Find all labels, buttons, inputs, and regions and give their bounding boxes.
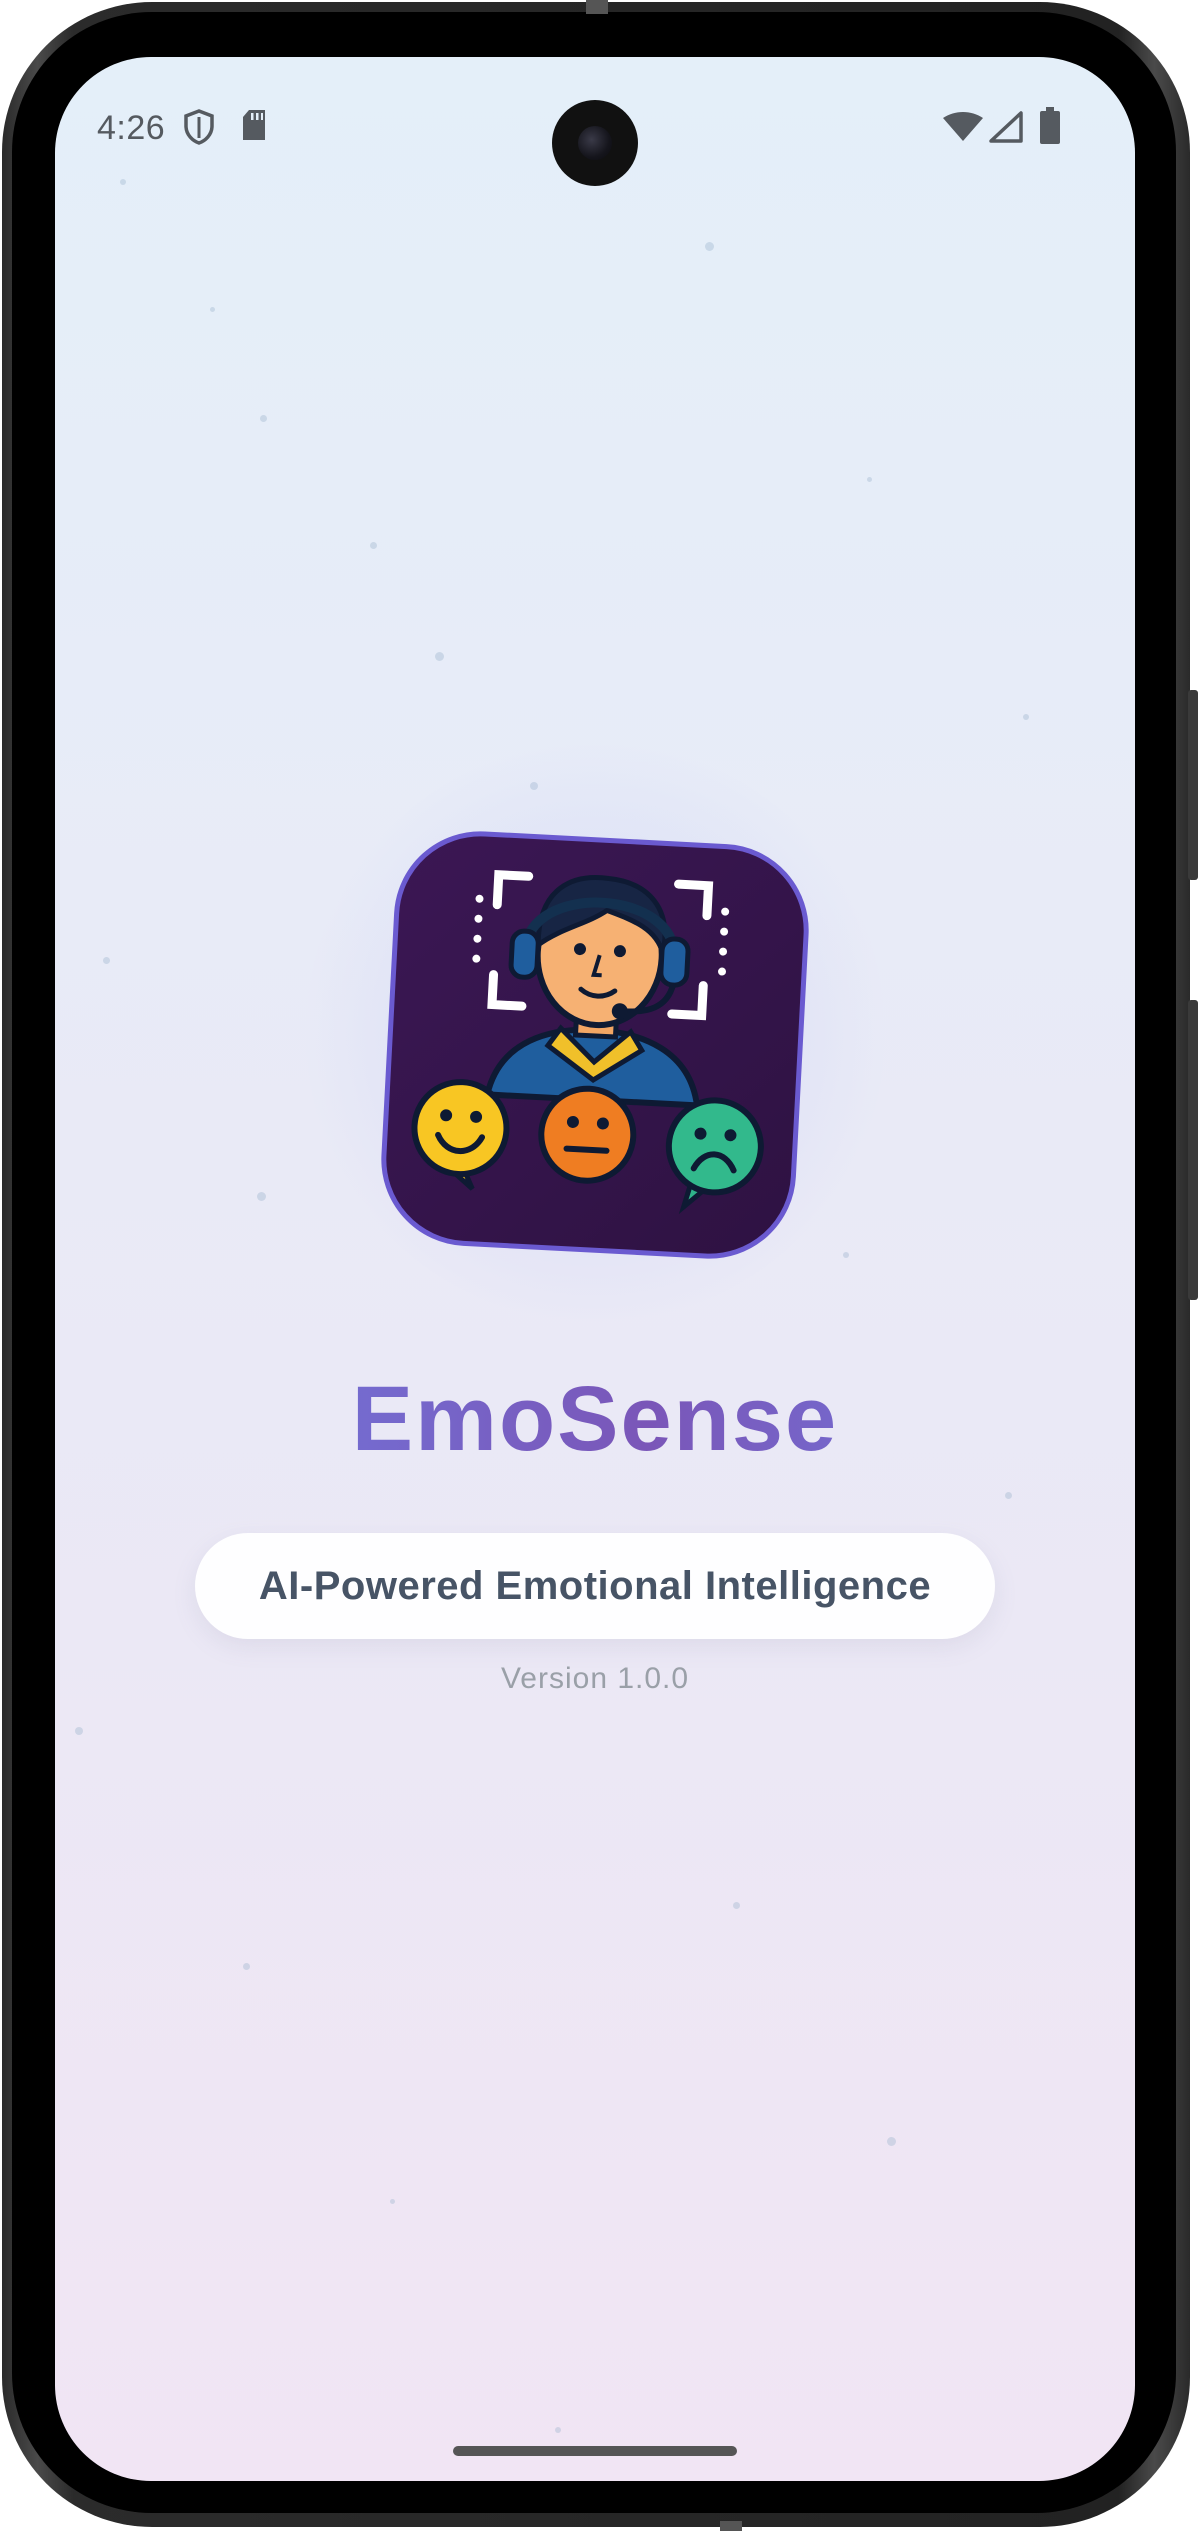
particle [555, 2427, 561, 2433]
particle [733, 1902, 740, 1909]
signal-icon [989, 111, 1023, 148]
app-name: EmoSense [55, 1367, 1135, 1472]
particle [867, 477, 872, 482]
sd-card-icon [241, 109, 267, 146]
particle [887, 2137, 896, 2146]
phone-device: 4:26 EmoSense AI-Powered Emotional Intel… [0, 0, 1198, 2531]
particle [103, 957, 110, 964]
volume-button [1188, 690, 1198, 880]
battery-icon [1039, 107, 1061, 150]
particle [1023, 714, 1029, 720]
shield-icon [183, 109, 215, 150]
wifi-icon [943, 112, 983, 147]
version-label: Version 1.0.0 [500, 1662, 690, 1695]
particle [705, 242, 714, 251]
particle [370, 542, 377, 549]
camera-lens [578, 126, 612, 160]
particle [435, 652, 444, 661]
particle [75, 1727, 83, 1735]
emotion-agent-logo-icon [380, 830, 810, 1260]
particle [1005, 1492, 1012, 1499]
particle [390, 2199, 395, 2204]
particle [120, 179, 126, 185]
particle [843, 1252, 849, 1258]
home-indicator[interactable] [453, 2446, 737, 2456]
antenna-line-top [586, 0, 608, 14]
particle [257, 1192, 266, 1201]
tagline-badge: AI-Powered Emotional Intelligence [195, 1533, 995, 1639]
antenna-line-bottom [720, 2521, 742, 2531]
particle [243, 1963, 250, 1970]
tagline-text: AI-Powered Emotional Intelligence [258, 1564, 932, 1608]
splash-screen: 4:26 EmoSense AI-Powered Emotional Intel… [55, 57, 1135, 2481]
front-camera [552, 100, 638, 186]
power-button [1188, 1000, 1198, 1300]
particle [210, 307, 215, 312]
particle [260, 415, 267, 422]
status-time: 4:26 [97, 109, 166, 147]
